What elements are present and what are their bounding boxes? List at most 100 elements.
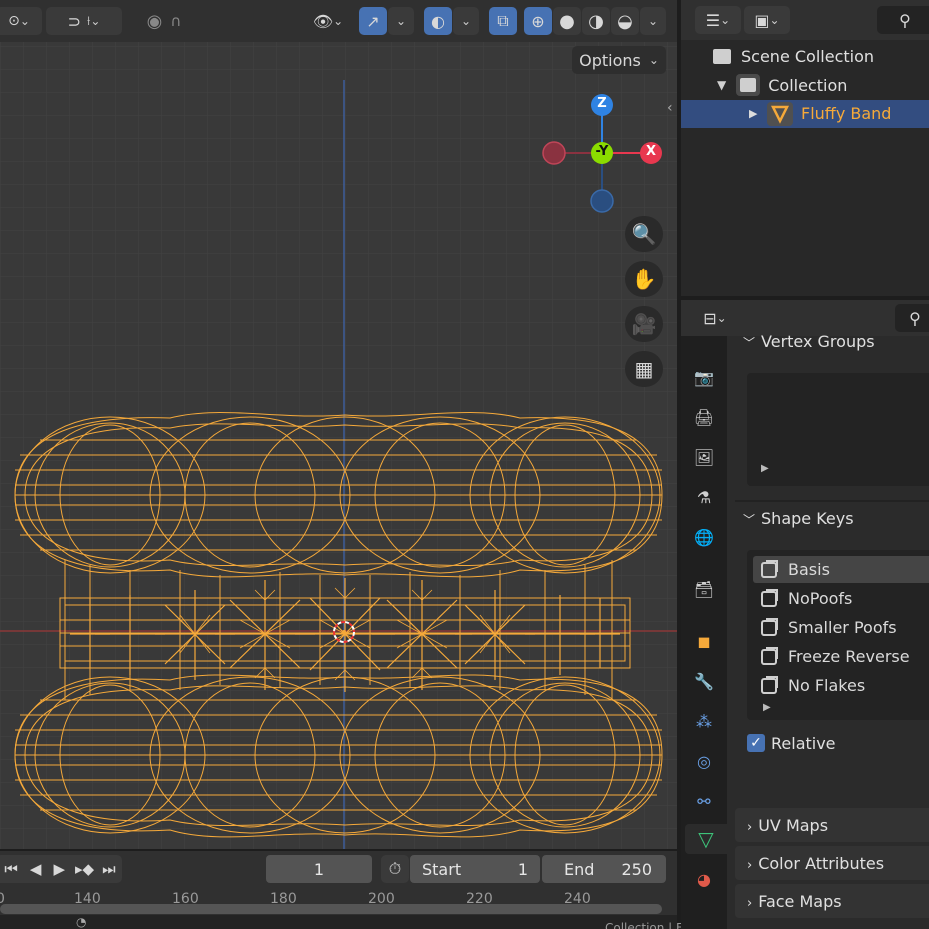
vertex-groups-list[interactable]: ▶ xyxy=(747,373,929,486)
tab-world[interactable]: 🌐 xyxy=(689,522,719,552)
vertex-groups-header[interactable]: ﹀ Vertex Groups xyxy=(743,332,875,351)
shading-dropdown[interactable]: ⌄ xyxy=(640,7,666,35)
collection-row[interactable]: ▼ Collection xyxy=(717,72,847,98)
shape-key-label: No Flakes xyxy=(788,676,866,695)
gizmo-dropdown[interactable]: ⌄ xyxy=(388,7,414,35)
face-maps-panel[interactable]: › Face Maps xyxy=(735,884,929,918)
tab-constraints[interactable]: ⚯ xyxy=(689,786,719,816)
current-frame-value: 1 xyxy=(313,859,325,879)
wireframe-shading-button[interactable]: ⊕ xyxy=(524,7,552,35)
current-frame-field[interactable]: 1 xyxy=(266,855,372,883)
3d-viewport[interactable]: ⊙ ⌄ ⊃ ⟊ ⌄ ◉ ∩ 👁 ⌄ ↗ ⌄ ◐ ⌄ ⧉ ⊕ ● ◑ ◒ ⌄ Op… xyxy=(0,0,677,849)
auto-keying-button[interactable]: ⏱ xyxy=(381,855,409,883)
list-expand-icon[interactable]: ▶ xyxy=(763,702,771,713)
list-expand-icon[interactable]: ▶ xyxy=(761,463,769,474)
shape-key-item[interactable]: Basis xyxy=(761,556,830,583)
printer-icon: 🖨 xyxy=(693,407,715,427)
expand-arrow-icon[interactable]: ▶ xyxy=(749,107,757,120)
overlays-toggle[interactable]: ◐ xyxy=(424,7,452,35)
particles-icon: ⁂ xyxy=(696,711,712,731)
shape-key-item[interactable]: Smaller Poofs xyxy=(761,614,897,641)
scene-collection-row[interactable]: Scene Collection xyxy=(713,43,874,69)
filter-image-icon: ▣ xyxy=(754,10,770,30)
pivot-point-button[interactable]: ⊙ ⌄ xyxy=(0,7,42,35)
tab-modifiers[interactable]: 🔧 xyxy=(689,666,719,696)
relative-checkbox-row[interactable]: ✓ Relative xyxy=(747,732,836,754)
jump-end-icon[interactable]: ⏭ xyxy=(102,860,116,878)
fluffy-band-row[interactable]: ▶ Fluffy Band xyxy=(681,100,929,128)
tab-collection[interactable]: 🗃 xyxy=(689,574,719,604)
solid-shading-button[interactable]: ● xyxy=(553,7,581,35)
end-frame-field[interactable]: End 250 xyxy=(542,855,666,883)
properties-search[interactable]: ⚲ xyxy=(895,304,929,332)
ortho-toggle-button[interactable]: ▦ xyxy=(625,351,663,387)
collapse-arrow-icon[interactable]: ▼ xyxy=(717,78,726,92)
object-square-icon: ◼ xyxy=(697,631,711,651)
tab-view-layer[interactable]: 🖼 xyxy=(689,442,719,472)
visibility-button[interactable]: 👁 ⌄ xyxy=(305,7,351,35)
rendered-shading-button[interactable]: ◒ xyxy=(611,7,639,35)
relative-checkbox[interactable]: ✓ xyxy=(747,734,765,752)
display-mode-button[interactable]: ☰ ⌄ xyxy=(695,6,741,34)
outliner-search[interactable]: ⚲ xyxy=(877,6,929,34)
collapse-chevron-icon: ﹀ xyxy=(743,513,756,527)
shape-key-label: Basis xyxy=(788,560,830,579)
options-dropdown[interactable]: Options ⌄ xyxy=(572,46,666,74)
tab-object[interactable]: ◼ xyxy=(689,626,719,656)
proportional-editing-button[interactable]: ◉ ∩ xyxy=(128,7,200,35)
outliner: ☰ ⌄ ▣ ⌄ ⚲ Scene Collection ▼ Collection ▶ … xyxy=(681,0,929,296)
material-shading-button[interactable]: ◑ xyxy=(582,7,610,35)
pivot-icon: ⊙ xyxy=(8,13,20,29)
xray-toggle[interactable]: ⧉ xyxy=(489,7,517,35)
tab-particles[interactable]: ⁂ xyxy=(689,706,719,736)
rendered-sphere-icon: ◒ xyxy=(617,10,633,32)
start-frame-field[interactable]: Start 1 xyxy=(410,855,540,883)
jump-start-icon[interactable]: ⏮ xyxy=(4,860,18,878)
viewport-header: ⊙ ⌄ ⊃ ⟊ ⌄ ◉ ∩ 👁 ⌄ ↗ ⌄ ◐ ⌄ ⧉ ⊕ ● ◑ ◒ ⌄ xyxy=(0,0,677,42)
tab-material[interactable]: ◕ xyxy=(689,864,719,894)
shape-key-item[interactable]: No Flakes xyxy=(761,672,865,699)
tab-render[interactable]: 📷 xyxy=(689,362,719,392)
uv-maps-panel[interactable]: › UV Maps xyxy=(735,808,929,842)
vertex-groups-label: Vertex Groups xyxy=(761,332,875,351)
filter-button[interactable]: ▣ ⌄ xyxy=(744,6,790,34)
shape-key-item[interactable]: Freeze Reverse xyxy=(761,643,910,670)
magnet-icon: ⊃ xyxy=(67,11,81,31)
material-sphere-icon: ◑ xyxy=(588,10,604,32)
overlays-icon: ◐ xyxy=(431,11,445,31)
camera-view-button[interactable]: 🎥 xyxy=(625,306,663,342)
shape-key-item[interactable]: NoPoofs xyxy=(761,585,852,612)
shape-key-icon xyxy=(761,617,778,636)
shape-keys-label: Shape Keys xyxy=(761,509,854,528)
shape-keys-header[interactable]: ﹀ Shape Keys xyxy=(743,509,854,528)
physics-icon: ◎ xyxy=(697,751,711,771)
play-reverse-icon[interactable]: ◀ xyxy=(30,860,42,878)
pan-button[interactable]: ✋ xyxy=(625,261,663,297)
mesh-object-icon xyxy=(767,102,793,126)
tab-data[interactable]: ▽ xyxy=(685,824,727,854)
color-attributes-label: Color Attributes xyxy=(758,854,885,873)
overlays-dropdown[interactable]: ⌄ xyxy=(453,7,479,35)
properties-editor-icon: ⊟ xyxy=(703,308,717,328)
world-icon: 🌐 xyxy=(694,527,714,547)
tab-physics[interactable]: ◎ xyxy=(689,746,719,776)
tab-scene[interactable]: ⚗ xyxy=(689,482,719,512)
keyframe-jump-icon[interactable]: ▸◆ xyxy=(75,860,94,878)
mouse-icon: ◔ xyxy=(76,915,87,929)
zoom-button[interactable]: 🔍 xyxy=(625,216,663,252)
gizmo-toggle[interactable]: ↗ xyxy=(359,7,387,35)
collection-box-icon: 🗃 xyxy=(693,579,715,599)
outliner-tree-icon: ☰ xyxy=(705,10,721,30)
stopwatch-icon: ⏱ xyxy=(388,859,402,878)
color-attributes-panel[interactable]: › Color Attributes xyxy=(735,846,929,880)
play-icon[interactable]: ▶ xyxy=(53,860,65,878)
editor-type-button[interactable]: ⊟ ⌄ xyxy=(693,304,737,332)
view-layer-icon: 🖼 xyxy=(693,447,715,467)
snap-button[interactable]: ⊃ ⟊ ⌄ xyxy=(46,7,122,35)
shape-key-icon xyxy=(761,646,778,665)
zoom-icon: 🔍 xyxy=(631,222,657,246)
timeline-scrollbar[interactable] xyxy=(0,904,662,914)
timeline: ⏮ ◀ ▶ ▸◆ ⏭ 1 ⏱ Start 1 End 250 0 140 160… xyxy=(0,851,677,929)
scene-icon: ⚗ xyxy=(696,487,712,507)
tab-output[interactable]: 🖨 xyxy=(689,402,719,432)
